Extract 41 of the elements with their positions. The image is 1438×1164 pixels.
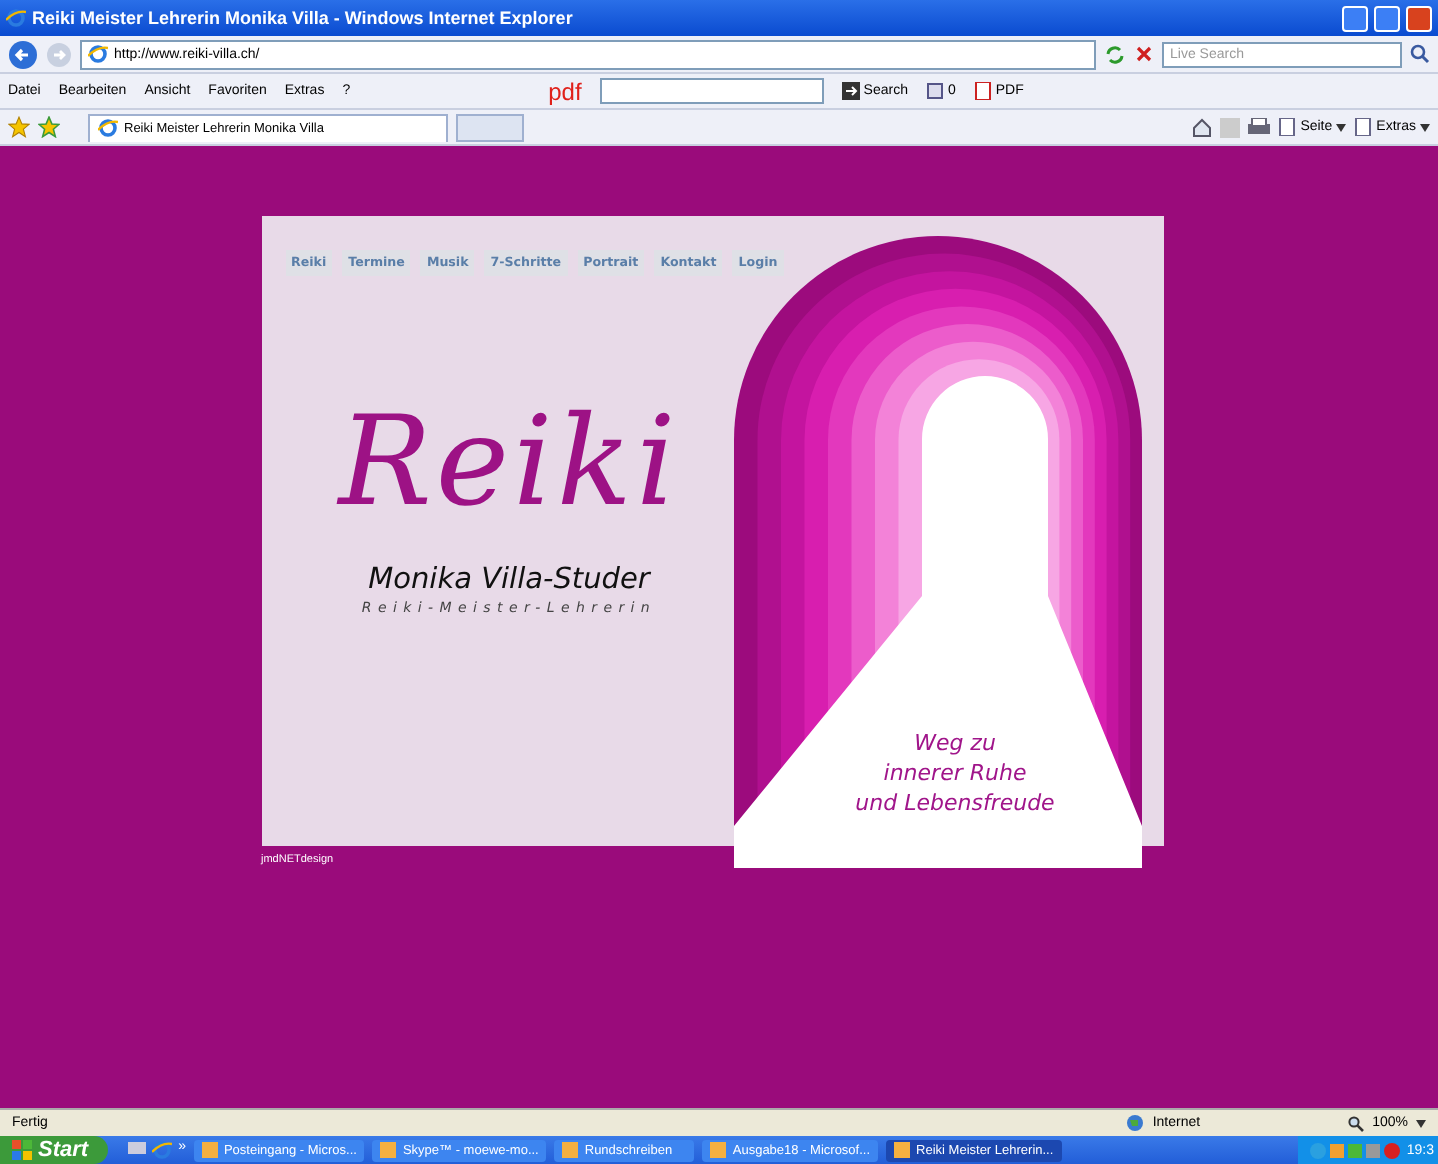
owner-name: Monika Villa-Studer (368, 564, 650, 596)
tagline: Weg zu innerer Ruhe und Lebensfreude (853, 728, 1057, 818)
app-icon (201, 1142, 218, 1158)
search-icon[interactable] (1410, 44, 1430, 64)
app-icon (562, 1142, 579, 1158)
pdf-search-field[interactable] (599, 78, 824, 104)
browser-icon[interactable] (152, 1140, 173, 1160)
app-icon (894, 1142, 911, 1158)
print-icon[interactable] (1248, 117, 1271, 137)
page-icon (88, 44, 108, 64)
browser-logo-icon (6, 8, 26, 28)
page-icon (1354, 118, 1373, 136)
refresh-icon[interactable] (1104, 43, 1126, 65)
star-icon[interactable] (8, 116, 30, 138)
windows-logo-icon (12, 1140, 32, 1160)
page-icon (1278, 118, 1297, 136)
window-title: Reiki Meister Lehrerin Monika Villa - Windows Internet Explorer (32, 8, 575, 28)
minimize-button[interactable] (1342, 5, 1368, 31)
stop-icon[interactable] (1134, 44, 1154, 64)
start-button[interactable]: Start (0, 1136, 109, 1164)
close-button[interactable] (1406, 5, 1432, 31)
back-icon[interactable] (8, 39, 38, 69)
add-favorite-icon[interactable] (38, 116, 60, 138)
tray-icons-drawing[interactable] (1310, 1141, 1403, 1159)
caret-icon (1416, 1119, 1426, 1127)
caret-icon (1336, 123, 1347, 131)
maximize-button[interactable] (1374, 5, 1400, 31)
globe-icon (1126, 1114, 1145, 1132)
logo-text: Reiki (338, 400, 680, 524)
arrow-icon (841, 82, 860, 100)
pdf-logo[interactable]: pdf (548, 77, 582, 105)
app-icon (710, 1142, 727, 1158)
caret-icon (1420, 123, 1430, 131)
app-icon (380, 1142, 397, 1158)
magnifier-icon[interactable] (1348, 1115, 1365, 1131)
document-icon (973, 82, 992, 100)
new-tab-button[interactable] (456, 113, 524, 141)
document-icon (925, 82, 944, 100)
page-icon (98, 118, 118, 138)
home-icon[interactable] (1192, 117, 1213, 137)
desktop-icon[interactable] (128, 1140, 147, 1158)
